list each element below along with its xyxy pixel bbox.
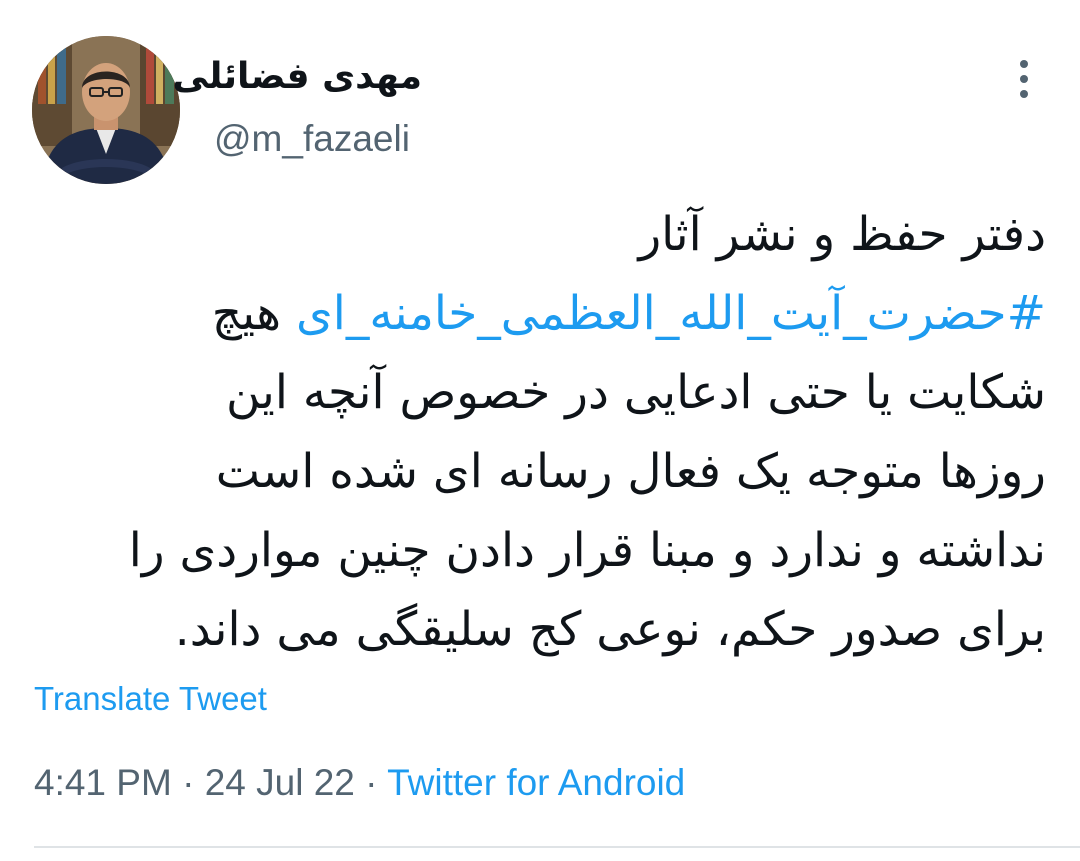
tweet-time[interactable]: 4:41 PM	[34, 762, 172, 803]
tweet-line-text: هیچ	[211, 286, 296, 341]
more-vertical-icon	[1020, 60, 1028, 98]
author-handle[interactable]: @m_fazaeli	[214, 118, 410, 160]
tweet-metadata: 4:41 PM · 24 Jul 22 · Twitter for Androi…	[34, 762, 685, 804]
tweet-date[interactable]: 24 Jul 22	[205, 762, 355, 803]
meta-separator: ·	[354, 762, 388, 803]
tweet-line: #حضرت_آیت_الله_العظمی_خامنه_ای هیچ	[6, 274, 1046, 353]
author-avatar[interactable]	[32, 36, 180, 184]
tweet-source-link[interactable]: Twitter for Android	[387, 762, 685, 803]
meta-separator: ·	[171, 762, 205, 803]
tweet-line: روزها متوجه یک فعال رسانه ای شده است	[215, 444, 1046, 499]
tweet-line: شکایت یا حتی ادعایی در خصوص آنچه این	[225, 365, 1046, 420]
avatar-photo	[32, 36, 180, 184]
hashtag-link[interactable]: #حضرت_آیت_الله_العظمی_خامنه_ای	[296, 286, 1046, 341]
author-display-name[interactable]: مهدی فضائلی	[172, 56, 422, 97]
translate-tweet-link[interactable]: Translate Tweet	[34, 680, 267, 718]
more-options-button[interactable]	[1004, 56, 1044, 102]
divider	[34, 846, 1080, 848]
tweet-text: دفتر حفظ و نشر آثار #حضرت_آیت_الله_العظم…	[6, 195, 1046, 669]
tweet-line: دفتر حفظ و نشر آثار	[638, 207, 1046, 262]
tweet-line: برای صدور حکم، نوعی کج سلیقگی می داند.	[174, 602, 1046, 657]
tweet-line: نداشته و ندارد و مبنا قرار دادن چنین موا…	[128, 523, 1046, 578]
tweet-card: مهدی فضائلی @m_fazaeli دفتر حفظ و نشر آث…	[0, 0, 1080, 861]
